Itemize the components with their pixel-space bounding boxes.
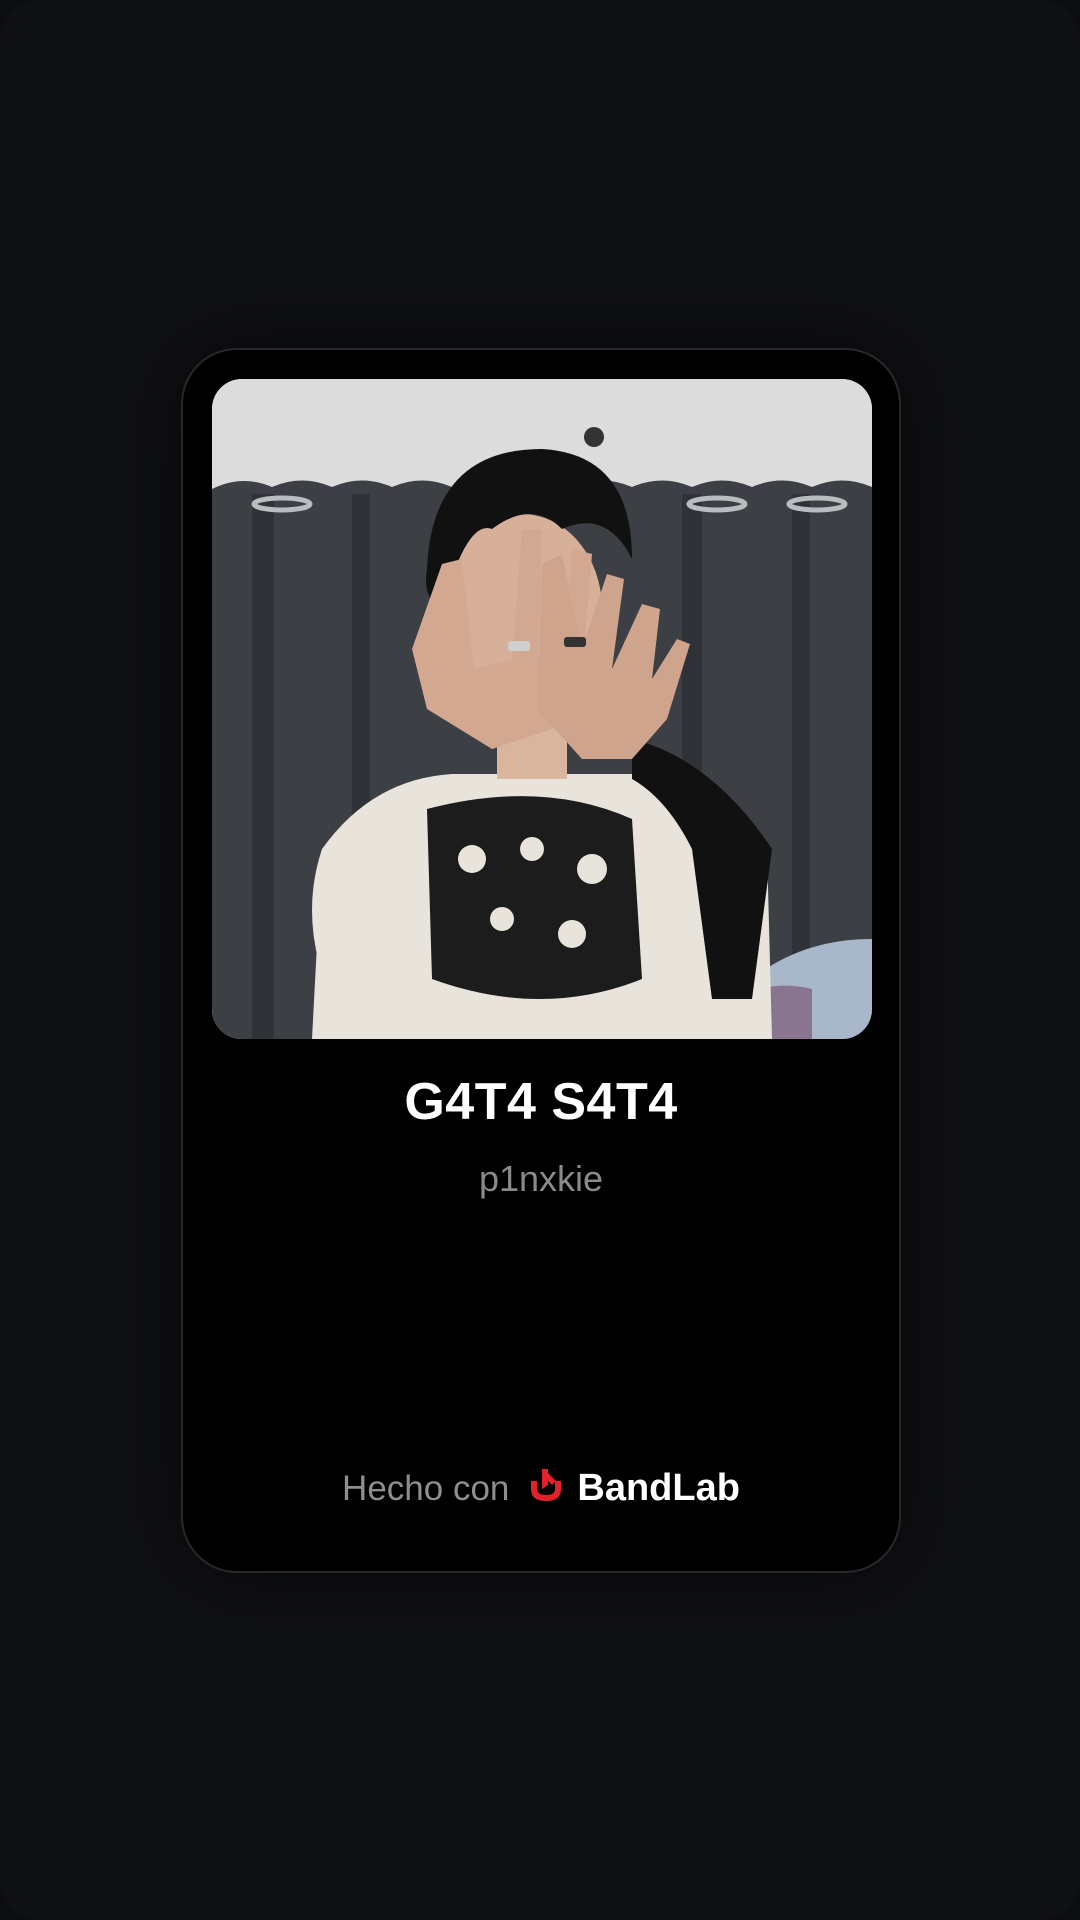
artist-name[interactable]: p1nxkie [183,1158,899,1200]
bandlab-logo-icon [525,1467,567,1510]
cover-photo [212,379,872,1039]
made-with-label: Hecho con [342,1468,510,1508]
share-screen: G4T4 S4T4 p1nxkie Hecho con BandLab [0,0,1080,1920]
cover-art [212,379,872,1039]
made-with-footer: Hecho con BandLab [183,1467,899,1510]
bandlab-brand[interactable]: BandLab [525,1467,740,1510]
share-card: G4T4 S4T4 p1nxkie Hecho con BandLab [181,348,901,1573]
bandlab-wordmark: BandLab [577,1467,740,1509]
track-title: G4T4 S4T4 [404,1073,678,1131]
